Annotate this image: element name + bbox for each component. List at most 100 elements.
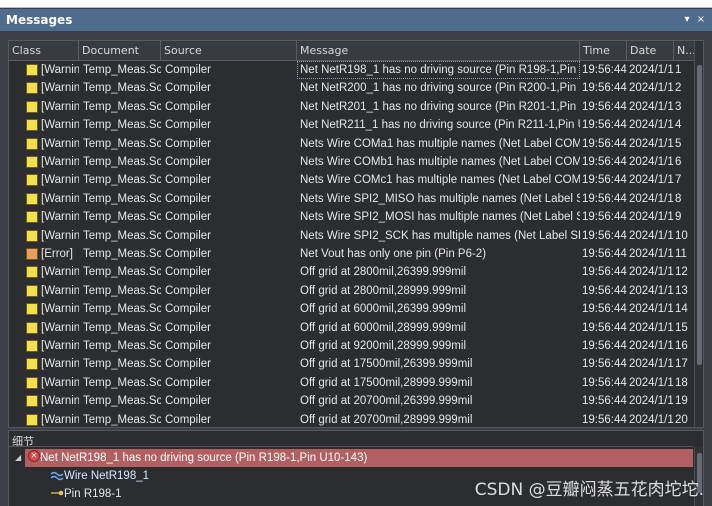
cell-source: Compiler xyxy=(165,100,212,113)
column-header-message[interactable]: Message xyxy=(297,41,580,61)
message-row[interactable]: [Warnin Temp_Meas.Sch Compiler Net NetR211_… xyxy=(9,116,695,134)
cell-time: 19:56:44 xyxy=(582,284,627,297)
cell-document: Temp_Meas.Sch xyxy=(83,321,161,334)
cell-number: 19 xyxy=(675,395,688,408)
message-row[interactable]: [Warnin Temp_Meas.Sch Compiler Nets Wire SP… xyxy=(9,208,695,226)
message-row[interactable]: [Warnin Temp_Meas.Sch Compiler Off grid at … xyxy=(9,392,695,410)
panel-title: Messages xyxy=(6,13,73,27)
cell-document: Temp_Meas.Sch xyxy=(83,174,161,187)
cell-document: Temp_Meas.Sch xyxy=(83,64,161,76)
column-header-document[interactable]: Document xyxy=(79,41,161,61)
details-wire-item[interactable]: Wire NetR198_1 xyxy=(64,467,149,485)
cell-date: 2024/1/1 xyxy=(629,413,674,426)
cell-class: [Warnin xyxy=(41,321,79,334)
cell-document: Temp_Meas.Sch xyxy=(83,303,161,316)
message-row[interactable]: [Warnin Temp_Meas.Sch Compiler Off grid at … xyxy=(9,263,695,281)
cell-date: 2024/1/1 xyxy=(629,376,674,389)
cell-date: 2024/1/1 xyxy=(629,395,674,408)
message-row[interactable]: [Warnin Temp_Meas.Sch Compiler Nets Wire SP… xyxy=(9,227,695,245)
message-row[interactable]: [Warnin Temp_Meas.Sch Compiler Nets Wire CO… xyxy=(9,171,695,189)
pin-icon xyxy=(51,490,64,496)
details-error-item[interactable]: Net NetR198_1 has no driving source (Pin… xyxy=(25,449,693,467)
messages-panel-titlebar: Messages ▾ × xyxy=(0,9,712,32)
column-header-number[interactable]: N... xyxy=(674,41,695,61)
cell-time: 19:56:44 xyxy=(582,211,627,224)
cell-source: Compiler xyxy=(165,413,212,426)
message-row[interactable]: [Warnin Temp_Meas.Sch Compiler Net NetR200_… xyxy=(9,79,695,97)
message-row[interactable]: [Error] Temp_Meas.Sch Compiler Net Vout has… xyxy=(9,245,695,263)
cell-source: Compiler xyxy=(165,137,212,150)
message-row[interactable]: [Warnin Temp_Meas.Sch Compiler Off grid at … xyxy=(9,300,695,318)
message-row[interactable]: [Warnin Temp_Meas.Sch Compiler Off grid at … xyxy=(9,411,695,427)
cell-date: 2024/1/1 xyxy=(629,211,674,224)
cell-source: Compiler xyxy=(165,266,212,279)
column-header-date[interactable]: Date xyxy=(627,41,674,61)
cell-message: Off grid at 2800mil,26399.999mil xyxy=(300,266,466,279)
message-row[interactable]: [Warnin Temp_Meas.Sch Compiler Off grid at … xyxy=(9,374,695,392)
cell-date: 2024/1/1 xyxy=(629,284,674,297)
cell-source: Compiler xyxy=(165,321,212,334)
message-row[interactable]: [Warnin Temp_Meas.Sch Compiler Nets Wire CO… xyxy=(9,153,695,171)
cell-time: 19:56:44 xyxy=(582,248,627,260)
panel-menu-icon[interactable]: ▾ xyxy=(680,12,694,28)
message-row[interactable]: [Warnin Temp_Meas.Sch Compiler Nets Wire SP… xyxy=(9,190,695,208)
column-header-class[interactable]: Class xyxy=(9,41,79,61)
cell-source: Compiler xyxy=(165,358,212,371)
cell-source: Compiler xyxy=(165,211,212,224)
cell-number: 6 xyxy=(675,156,682,168)
cell-class: [Warnin xyxy=(41,229,79,242)
cell-document: Temp_Meas.Sch xyxy=(83,413,161,426)
panel-close-icon[interactable]: × xyxy=(694,12,708,28)
cell-date: 2024/1/1 xyxy=(629,174,674,187)
cell-date: 2024/1/1 xyxy=(629,358,674,371)
cell-message: Net NetR200_1 has no driving source (Pin… xyxy=(300,82,580,95)
cell-message: Off grid at 17500mil,26399.999mil xyxy=(300,358,473,371)
cell-date: 2024/1/1 xyxy=(629,119,674,132)
cell-source: Compiler xyxy=(165,229,212,242)
message-row[interactable]: [Warnin Temp_Meas.Sch Compiler Off grid at … xyxy=(9,355,695,373)
cell-date: 2024/1/1 xyxy=(629,192,674,205)
collapse-arrow-icon[interactable]: ◢ xyxy=(15,453,21,462)
cell-message: Off grid at 2800mil,28999.999mil xyxy=(300,284,466,297)
cell-message: Net NetR211_1 has no driving source (Pin… xyxy=(300,119,580,132)
message-row[interactable]: [Warnin Temp_Meas.Sch Compiler Net NetR198_… xyxy=(9,61,695,80)
cell-source: Compiler xyxy=(165,119,212,132)
watermark: CSDN @豆瓣闷蒸五花肉坨坨. xyxy=(474,480,704,500)
cell-time: 19:56:44 xyxy=(582,156,627,168)
cell-time: 19:56:44 xyxy=(582,137,627,150)
cell-message: Nets Wire COMa1 has multiple names (Net … xyxy=(300,137,580,150)
cell-document: Temp_Meas.Sch xyxy=(83,395,161,408)
details-divider xyxy=(9,446,693,447)
message-row[interactable]: [Warnin Temp_Meas.Sch Compiler Off grid at … xyxy=(9,319,695,337)
cell-time: 19:56:44 xyxy=(582,119,627,132)
cell-time: 19:56:44 xyxy=(582,395,627,408)
details-error-text: Net NetR198_1 has no driving source (Pin… xyxy=(40,452,368,464)
cell-time: 19:56:44 xyxy=(582,358,627,371)
details-pin-item[interactable]: Pin R198-1 xyxy=(64,485,122,503)
cell-message: Nets Wire SPI2_SCK has multiple names (N… xyxy=(300,229,580,242)
cell-time: 19:56:44 xyxy=(582,229,627,242)
cell-message: Off grid at 17500mil,28999.999mil xyxy=(300,376,473,389)
cell-number: 9 xyxy=(675,211,682,224)
cell-document: Temp_Meas.Sch xyxy=(83,358,161,371)
cell-class: [Warnin xyxy=(41,266,79,279)
cell-number: 1 xyxy=(675,64,682,76)
messages-scrollbar[interactable] xyxy=(694,41,703,427)
message-row[interactable]: [Warnin Temp_Meas.Sch Compiler Nets Wire CO… xyxy=(9,135,695,153)
cell-time: 19:56:44 xyxy=(582,303,627,316)
cell-message: Nets Wire COMb1 has multiple names (Net … xyxy=(300,156,580,168)
cell-document: Temp_Meas.Sch xyxy=(83,156,161,168)
message-row[interactable]: [Warnin Temp_Meas.Sch Compiler Net NetR201_… xyxy=(9,98,695,116)
cell-class: [Warnin xyxy=(41,100,79,113)
message-row[interactable]: [Warnin Temp_Meas.Sch Compiler Off grid at … xyxy=(9,337,695,355)
cell-source: Compiler xyxy=(165,192,212,205)
error-x-icon: ✕ xyxy=(28,450,40,462)
messages-scrollbar-thumb[interactable] xyxy=(697,65,702,365)
cell-time: 19:56:44 xyxy=(582,321,627,334)
cell-number: 15 xyxy=(675,321,688,334)
message-row[interactable]: [Warnin Temp_Meas.Sch Compiler Off grid at … xyxy=(9,282,695,300)
message-rows: [Warnin Temp_Meas.Sch Compiler Net NetR198_… xyxy=(9,61,695,427)
column-header-source[interactable]: Source xyxy=(161,41,297,61)
column-header-time[interactable]: Time xyxy=(580,41,627,61)
cell-message: Nets Wire COMc1 has multiple names (Net … xyxy=(300,174,580,187)
